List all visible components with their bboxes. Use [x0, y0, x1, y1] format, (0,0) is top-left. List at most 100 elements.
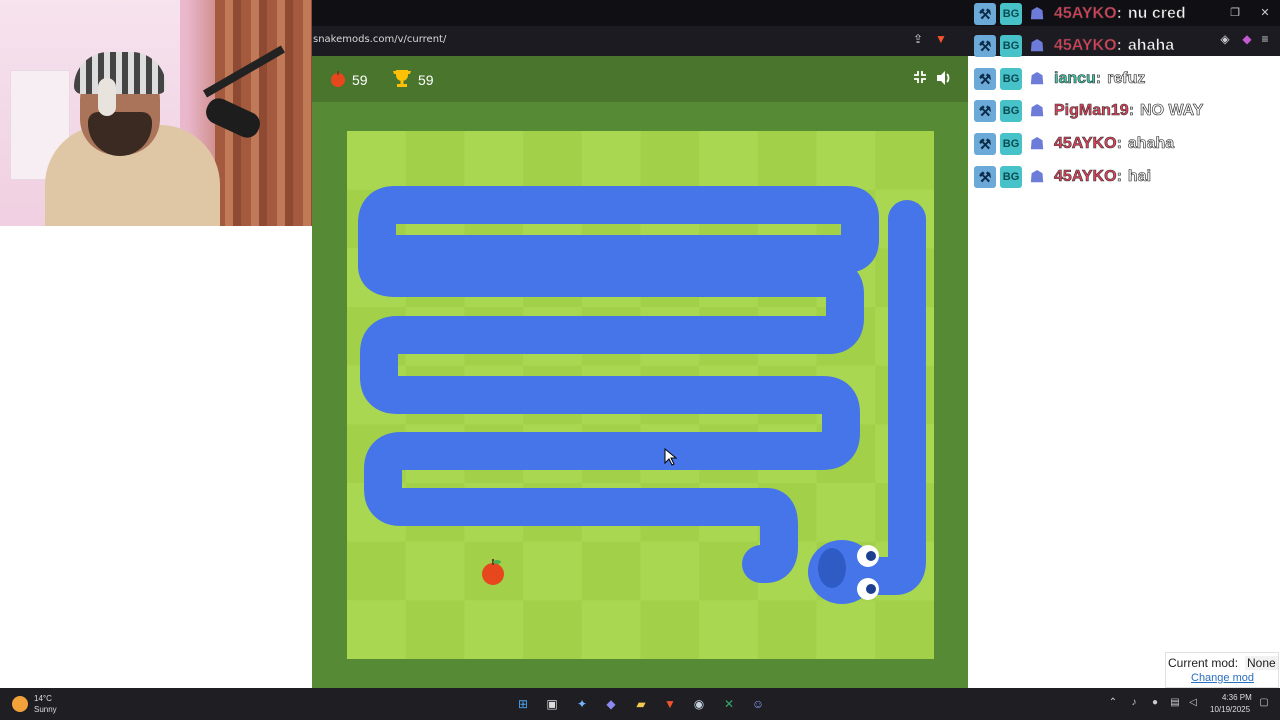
- chat-username[interactable]: 45AYKO: [1054, 37, 1117, 55]
- chat-text: hai: [1127, 168, 1152, 186]
- network-icon[interactable]: ▤: [1168, 696, 1182, 710]
- taskbar: 14°C Sunny ⊞ ▣ ✦ ◆ ▰ ▼ ◉ ✕ ☺ ⌃ ♪ ● ▤ ◁ 4…: [0, 688, 1280, 720]
- board-tile: [640, 600, 700, 659]
- moderator-badge-icon: ⚒: [974, 133, 996, 155]
- board-tile: [757, 600, 818, 659]
- board-tile: [405, 600, 465, 659]
- apple-score: 59: [352, 72, 368, 88]
- ghost-badge-icon: ☗: [1029, 169, 1045, 186]
- chat-separator: :: [1128, 102, 1135, 120]
- streamer-beanie: [74, 52, 166, 94]
- chat-separator: :: [1116, 5, 1122, 23]
- mod-value: None: [1245, 656, 1278, 670]
- board-tile: [699, 131, 759, 191]
- board-tile: [816, 600, 876, 659]
- change-mod-link[interactable]: Change mod: [1191, 672, 1254, 684]
- chat-overlay: ⚒ BG ☗ 45AYKO: nu cred ⚒ BG ☗ 45AYKO: ahaha ⚒ BG ☗ ia…: [974, 0, 1280, 200]
- microphone-tray-icon[interactable]: ●: [1148, 696, 1162, 710]
- ghost-badge-icon: ☗: [1029, 71, 1045, 88]
- task-view-icon[interactable]: ▣: [542, 694, 562, 714]
- board-tile: [875, 600, 934, 659]
- snake-game: 59 59: [312, 56, 968, 688]
- trophy-icon: [393, 70, 411, 87]
- bg-badge-icon: BG: [1000, 166, 1022, 188]
- chat-username[interactable]: PigMan19: [1054, 102, 1129, 120]
- streamer-headphones: [98, 78, 116, 116]
- board-tile: [523, 541, 583, 601]
- board-tile: [523, 600, 583, 659]
- chat-separator: :: [1116, 135, 1122, 153]
- ghost-badge-icon: ☗: [1029, 136, 1045, 153]
- chat-username[interactable]: iancu: [1054, 70, 1096, 88]
- chat-message: ⚒ BG ☗ iancu: refuz: [974, 65, 1146, 93]
- board-tile: [581, 600, 641, 659]
- bg-badge-icon: BG: [1000, 68, 1022, 90]
- chat-separator: :: [1116, 168, 1122, 186]
- sound-icon[interactable]: [935, 69, 953, 87]
- weather-sun-icon[interactable]: [12, 696, 28, 712]
- board-tile: [640, 131, 700, 191]
- mod-panel: Current mod: None Change mod: [1165, 652, 1279, 688]
- screen: snakemods.com/v/current/ ⇪ ▼ ◈ ◆ ≡ ❐ ✕ 5…: [0, 0, 1280, 720]
- exit-fullscreen-icon[interactable]: [913, 70, 927, 84]
- board-tile: [405, 131, 465, 191]
- snake-head: [808, 540, 879, 604]
- board-tile: [347, 541, 407, 601]
- mod-label: Current mod:: [1168, 656, 1239, 670]
- high-score: 59: [418, 72, 434, 88]
- ghost-badge-icon: ☗: [1029, 38, 1045, 55]
- notification-icon[interactable]: ▢: [1257, 696, 1271, 710]
- steam-icon[interactable]: ◉: [689, 694, 709, 714]
- chat-text: refuz: [1107, 70, 1146, 88]
- bg-badge-icon: BG: [1000, 100, 1022, 122]
- moderator-badge-icon: ⚒: [974, 3, 996, 25]
- address-bar-url[interactable]: snakemods.com/v/current/: [313, 34, 446, 45]
- weather-temperature[interactable]: 14°C: [34, 694, 52, 703]
- chat-message: ⚒ BG ☗ 45AYKO: nu cred: [974, 0, 1186, 28]
- app-icon[interactable]: ◆: [601, 694, 621, 714]
- board-tile: [640, 541, 700, 601]
- windows-start-icon[interactable]: ⊞: [513, 694, 533, 714]
- copilot-icon[interactable]: ✦: [572, 694, 592, 714]
- chat-separator: :: [1116, 37, 1122, 55]
- brave-browser-icon[interactable]: ▼: [660, 694, 680, 714]
- board-tile: [581, 131, 641, 191]
- excel-icon[interactable]: ✕: [719, 694, 739, 714]
- clock-time[interactable]: 4:36 PM: [1222, 693, 1252, 702]
- share-icon[interactable]: ⇪: [911, 32, 925, 46]
- board-tile: [347, 131, 407, 191]
- speaker-tray-icon[interactable]: ♪: [1127, 696, 1141, 710]
- tray-chevron-icon[interactable]: ⌃: [1106, 696, 1120, 710]
- brave-shield-icon[interactable]: ▼: [934, 32, 948, 46]
- bg-badge-icon: BG: [1000, 35, 1022, 57]
- chat-username[interactable]: 45AYKO: [1054, 168, 1117, 186]
- chat-username[interactable]: 45AYKO: [1054, 5, 1117, 23]
- chat-text: nu cred: [1127, 5, 1186, 23]
- clock-date[interactable]: 10/19/2025: [1210, 705, 1250, 714]
- ghost-badge-icon: ☗: [1029, 6, 1045, 23]
- chat-username[interactable]: 45AYKO: [1054, 135, 1117, 153]
- file-explorer-icon[interactable]: ▰: [631, 694, 651, 714]
- board-tile: [347, 600, 407, 659]
- moderator-badge-icon: ⚒: [974, 68, 996, 90]
- game-board[interactable]: [347, 131, 934, 659]
- board-tile: [816, 483, 876, 543]
- volume-icon[interactable]: ◁: [1186, 696, 1200, 710]
- moderator-badge-icon: ⚒: [974, 166, 996, 188]
- ghost-badge-icon: ☗: [1029, 103, 1045, 120]
- discord-icon[interactable]: ☺: [748, 694, 768, 714]
- board-tile: [699, 600, 759, 659]
- chat-message: ⚒ BG ☗ 45AYKO: hai: [974, 163, 1151, 191]
- bg-badge-icon: BG: [1000, 133, 1022, 155]
- weather-condition[interactable]: Sunny: [34, 705, 57, 714]
- apple-score-icon: [331, 71, 345, 87]
- chat-message: ⚒ BG ☗ 45AYKO: ahaha: [974, 130, 1174, 158]
- chat-separator: :: [1095, 70, 1102, 88]
- moderator-badge-icon: ⚒: [974, 100, 996, 122]
- board-tile: [875, 131, 934, 191]
- bg-badge-icon: BG: [1000, 3, 1022, 25]
- board-tile: [816, 131, 876, 191]
- chat-text: ahaha: [1127, 37, 1175, 55]
- chat-text: ahaha: [1127, 135, 1175, 153]
- board-tile: [581, 541, 641, 601]
